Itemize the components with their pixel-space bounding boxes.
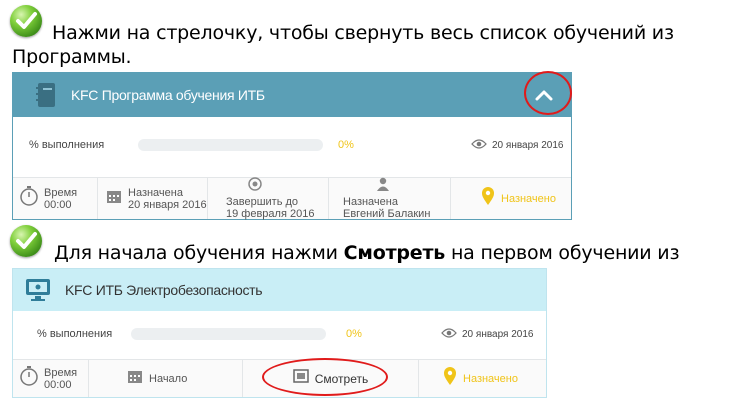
location-pin-icon (443, 366, 457, 391)
program-card-header[interactable]: KFC Программа обучения ИТБ (13, 73, 571, 117)
calendar-icon (127, 368, 143, 389)
watch-highlight-ring (262, 358, 388, 396)
program-progress-row: % выполнения 0% 20 января 2016 (13, 117, 571, 177)
monitor-icon (25, 278, 51, 302)
program-finish-value: 19 февраля 2016 (226, 208, 315, 220)
eye-icon (471, 138, 487, 153)
program-status: Назначено (501, 192, 556, 205)
program-card: KFC Программа обучения ИТБ % выполнения … (12, 72, 572, 220)
collapse-highlight-ring (524, 71, 572, 115)
instruction-step-1: Нажми на стрелочку, чтобы свернуть весь … (52, 21, 732, 45)
instruction-step-1-line-1: Нажми на стрелочку, чтобы свернуть весь … (52, 22, 674, 44)
course-time-value: 00:00 (44, 378, 72, 391)
course-progress-percent: 0% (346, 328, 362, 340)
program-card-title: KFC Программа обучения ИТБ (71, 87, 265, 103)
eye-icon (441, 327, 457, 342)
program-finish-label: Завершить до (226, 196, 299, 208)
course-start-cell: Начало (89, 360, 243, 397)
program-time-cell: Время 00:00 (13, 178, 98, 219)
clock-icon (19, 365, 39, 392)
program-assigned-cell: Назначена 20 января 2016 (98, 178, 208, 219)
calendar-icon (106, 188, 122, 209)
course-time-cell: Время 00:00 (13, 360, 89, 397)
course-status: Назначено (463, 372, 518, 385)
program-finish-cell: Завершить до 19 февраля 2016 (208, 177, 329, 220)
program-assigner-value: Евгений Балакин (343, 208, 431, 220)
person-icon (377, 177, 389, 196)
program-details-row: Время 00:00 Назначена 20 января 2016 Завер… (13, 177, 571, 220)
program-progress-percent: 0% (338, 139, 354, 151)
course-date: 20 января 2016 (441, 327, 534, 342)
program-progress-bar (138, 139, 323, 151)
instruction-step-1-continued: Программы. (12, 45, 132, 69)
course-card-header: KFC ИТБ Электробезопасность (13, 269, 546, 311)
program-assigner-cell: Назначена Евгений Балакин (329, 177, 451, 220)
instruction-step-2-pre: Для начала обучения нажми (54, 242, 344, 264)
course-progress-bar (131, 328, 326, 340)
program-date-text: 20 января 2016 (492, 140, 564, 151)
course-date-text: 20 января 2016 (462, 329, 534, 340)
program-assigned-value: 20 января 2016 (128, 198, 207, 211)
course-progress-row: % выполнения 0% 20 января 2016 (13, 311, 546, 359)
program-assigned-label: Назначена (128, 186, 183, 199)
course-progress-label: % выполнения (37, 328, 113, 340)
course-card-title: KFC ИТБ Электробезопасность (65, 282, 263, 298)
program-time-label: Время (44, 186, 78, 199)
course-status-cell: Назначено (419, 360, 546, 397)
target-icon (248, 177, 262, 196)
location-pin-icon (481, 186, 495, 211)
course-start-label: Начало (149, 372, 188, 385)
notebook-icon (35, 82, 57, 108)
check-mark-icon-2 (10, 225, 42, 257)
program-assigner-label: Назначена (343, 196, 398, 208)
check-mark-icon (10, 5, 42, 37)
clock-icon (19, 185, 39, 212)
program-status-cell: Назначено (451, 178, 571, 219)
program-time-value: 00:00 (44, 198, 72, 211)
program-progress-label: % выполнения (29, 139, 105, 151)
course-time-label: Время (44, 366, 78, 379)
instruction-step-1-line-2: Программы. (12, 46, 132, 68)
instruction-step-2-bold: Смотреть (343, 242, 446, 264)
program-date: 20 января 2016 (471, 138, 564, 153)
